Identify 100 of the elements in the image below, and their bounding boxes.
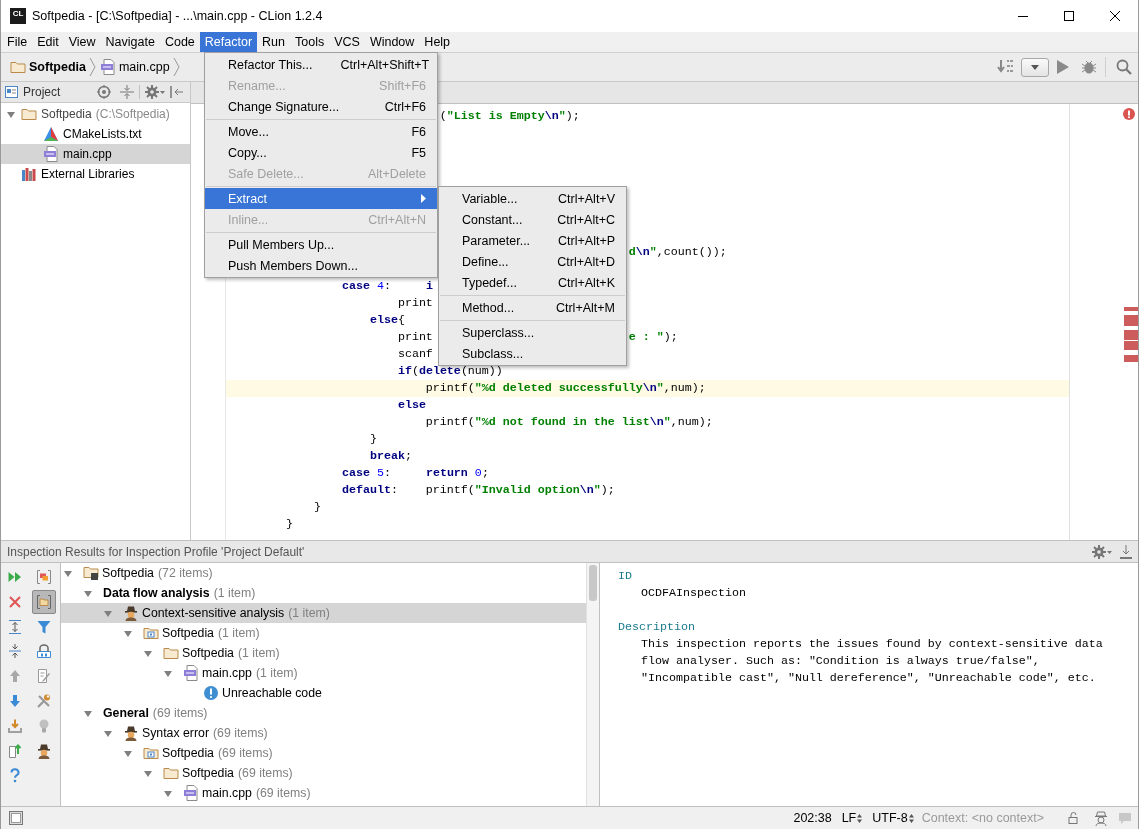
up-down-arrows-icon [908, 813, 914, 823]
gear-icon[interactable] [1092, 544, 1112, 559]
menu-bar-item[interactable]: Window [364, 32, 420, 52]
error-icon[interactable] [1123, 108, 1135, 120]
gear-icon[interactable] [145, 85, 165, 99]
menu-bar-item[interactable]: Code [159, 32, 200, 52]
group-by-directory-icon[interactable] [32, 589, 56, 614]
menu-item[interactable]: Variable... Ctrl+Alt+V [439, 188, 626, 209]
menu-bar-item[interactable]: Tools [290, 32, 330, 52]
triangle-icon [43, 126, 59, 142]
tree-item[interactable]: Softpedia (69 items) [61, 743, 586, 763]
up-down-arrows-icon [857, 813, 863, 823]
panel-toggle-icon[interactable] [9, 811, 23, 825]
file-icon [43, 146, 59, 162]
run-icon[interactable] [1057, 60, 1069, 74]
library-icon [21, 166, 37, 182]
tree-item[interactable]: Softpedia (69 items) [61, 763, 586, 783]
expanded-arrow-icon[interactable] [82, 588, 93, 598]
line-separator-selector[interactable]: LF [841, 811, 863, 825]
tree-item[interactable]: External Libraries [1, 164, 190, 184]
file-icon [99, 59, 116, 75]
expanded-arrow-icon[interactable] [142, 648, 153, 658]
breadcrumb-item[interactable]: Softpedia [29, 60, 86, 74]
bug-icon[interactable] [1081, 59, 1096, 75]
module-folder-icon [143, 626, 159, 640]
menu-item[interactable]: Method... Ctrl+Alt+M [439, 297, 626, 318]
expanded-arrow-icon[interactable] [102, 608, 113, 618]
cursor-position[interactable]: 202:38 [793, 811, 832, 825]
tree-item[interactable]: Context-sensitive analysis (1 item) [61, 603, 586, 623]
inspection-id: OCDFAInspection [641, 586, 746, 600]
code-text: else{ [369, 313, 405, 327]
menu-item[interactable]: Define... Ctrl+Alt+D [439, 251, 626, 272]
hide-panel-icon[interactable] [170, 85, 184, 99]
hat-figure-icon [123, 605, 139, 621]
menu-bar-item[interactable]: Edit [32, 32, 64, 52]
tree-item[interactable]: main.cpp [1, 144, 190, 164]
tree-item[interactable]: Softpedia (72 items) [61, 563, 586, 583]
menu-item[interactable]: Typedef... Ctrl+Alt+K [439, 272, 626, 293]
menu-bar-item[interactable]: View [63, 32, 101, 52]
project-view-icon [5, 86, 18, 98]
tree-item[interactable]: main.cpp (1 item) [61, 663, 586, 683]
error-stripe-marks-drawing [1124, 307, 1138, 363]
expanded-arrow-icon[interactable] [162, 788, 173, 798]
locate-icon[interactable] [97, 85, 111, 99]
menu-bar-item[interactable]: Refactor [199, 32, 258, 52]
lock-icon[interactable] [1068, 812, 1080, 824]
menu-item[interactable]: Copy... F5 [205, 142, 437, 163]
code-text: print [397, 296, 433, 310]
code-text: e : "); [628, 330, 678, 344]
project-folder-icon [83, 565, 99, 581]
encoding-selector[interactable]: UTF-8 [872, 811, 914, 825]
menu-item[interactable]: Change Signature... Ctrl+F6 [205, 96, 437, 117]
section-heading: ID [618, 569, 632, 583]
menu-item[interactable]: Refactor This... Ctrl+Alt+Shift+T [205, 54, 437, 75]
hide-panel-icon[interactable] [1120, 544, 1132, 559]
close-icon[interactable] [1110, 11, 1120, 21]
maximize-icon[interactable] [1064, 11, 1074, 21]
menu-item[interactable]: Parameter... Ctrl+Alt+P [439, 230, 626, 251]
menu-item[interactable]: Extract [205, 188, 437, 209]
menu-item[interactable]: Pull Members Up... [205, 234, 437, 255]
tree-item[interactable]: Data flow analysis (1 item) [61, 583, 586, 603]
tree-item[interactable]: Syntax error (69 items) [61, 723, 586, 743]
tree-item[interactable]: Softpedia (1 item) [61, 643, 586, 663]
tree-item[interactable]: CMakeLists.txt [1, 124, 190, 144]
expanded-arrow-icon[interactable] [162, 668, 173, 678]
menu-bar-item[interactable]: Navigate [100, 32, 160, 52]
tree-item[interactable]: Softpedia (C:\Softpedia) [1, 104, 190, 124]
hat-figure-icon [123, 725, 139, 741]
menu-bar-item[interactable]: VCS [329, 32, 365, 52]
expanded-arrow-icon[interactable] [102, 728, 113, 738]
tree-item[interactable]: Softpedia (1 item) [61, 623, 586, 643]
tree-item[interactable]: main.cpp (69 items) [61, 783, 586, 803]
expanded-arrow-icon[interactable] [6, 109, 16, 119]
code-text: printf("%d not found in the list\n",num); [425, 415, 713, 429]
expanded-arrow-icon[interactable] [122, 628, 133, 638]
expanded-arrow-icon[interactable] [62, 568, 73, 578]
expanded-arrow-icon[interactable] [82, 708, 93, 718]
menu-bar-item[interactable]: Help [419, 32, 456, 52]
menu-item[interactable]: Superclass... [439, 322, 626, 343]
menu-item[interactable]: Subclass... [439, 343, 626, 364]
scrollbar-thumb[interactable] [589, 565, 597, 601]
breadcrumb-item[interactable]: main.cpp [118, 60, 170, 74]
binary-sort-icon[interactable] [997, 59, 1015, 75]
menu-item[interactable]: Move... F6 [205, 121, 437, 142]
code-text: } [369, 432, 377, 446]
menu-item[interactable]: Push Members Down... [205, 255, 437, 276]
folder-icon [21, 107, 37, 121]
run-config-dropdown[interactable] [1021, 57, 1049, 77]
tree-item[interactable]: Unreachable code [61, 683, 586, 703]
menu-bar-item[interactable]: File [2, 32, 33, 52]
menu-item[interactable]: Constant... Ctrl+Alt+C [439, 209, 626, 230]
code-text: } [313, 500, 321, 514]
code-text: case 5: return 0; [341, 466, 489, 480]
search-icon[interactable] [1116, 59, 1132, 75]
code-text: printf("%d deleted successfully\n",num); [425, 381, 706, 395]
tree-item[interactable]: General (69 items) [61, 703, 586, 723]
expanded-arrow-icon[interactable] [142, 768, 153, 778]
menu-bar-item[interactable]: Run [257, 32, 290, 52]
expanded-arrow-icon[interactable] [122, 748, 133, 758]
file-icon [183, 785, 199, 801]
